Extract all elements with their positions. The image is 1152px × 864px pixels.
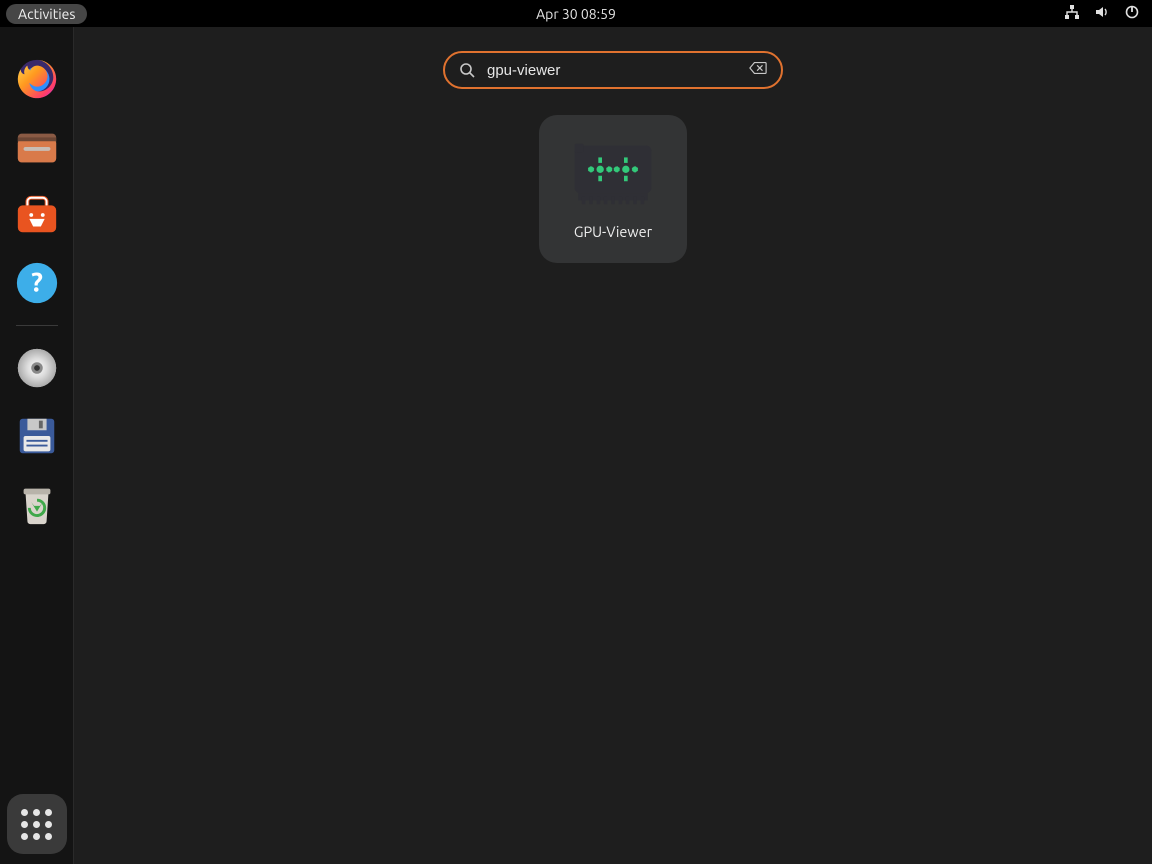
search-input[interactable] [487, 62, 737, 79]
svg-text:?: ? [31, 268, 43, 298]
top-bar: Activities Apr 30 08:59 [0, 0, 1152, 27]
activities-button[interactable]: Activities [6, 4, 87, 24]
result-gpu-viewer[interactable]: GPU-Viewer [539, 115, 687, 263]
volume-icon[interactable] [1094, 4, 1110, 24]
dock-trash[interactable] [13, 480, 61, 528]
search-box[interactable] [443, 51, 783, 89]
dock-files[interactable] [13, 123, 61, 171]
clock: Apr 30 08:59 [0, 6, 1152, 22]
show-apps-button[interactable] [7, 794, 67, 854]
network-icon[interactable] [1064, 4, 1080, 24]
clear-search-button[interactable] [749, 61, 767, 79]
dock-floppy[interactable] [13, 412, 61, 460]
overview: GPU-Viewer [74, 27, 1152, 864]
dock-help[interactable]: ? [13, 259, 61, 307]
dock-separator [16, 325, 58, 326]
search-icon [459, 62, 475, 78]
activities-label: Activities [18, 6, 75, 22]
backspace-icon [749, 61, 767, 75]
dock-ubuntu-software[interactable] [13, 191, 61, 239]
gpu-viewer-icon [569, 139, 657, 207]
dock-disc[interactable] [13, 344, 61, 392]
dock: ? [0, 27, 74, 864]
dock-firefox[interactable] [13, 55, 61, 103]
system-tray[interactable] [1064, 4, 1140, 24]
result-label: GPU-Viewer [574, 223, 652, 240]
power-icon[interactable] [1124, 4, 1140, 24]
search-results: GPU-Viewer [74, 115, 1152, 263]
grid-icon [21, 809, 52, 840]
